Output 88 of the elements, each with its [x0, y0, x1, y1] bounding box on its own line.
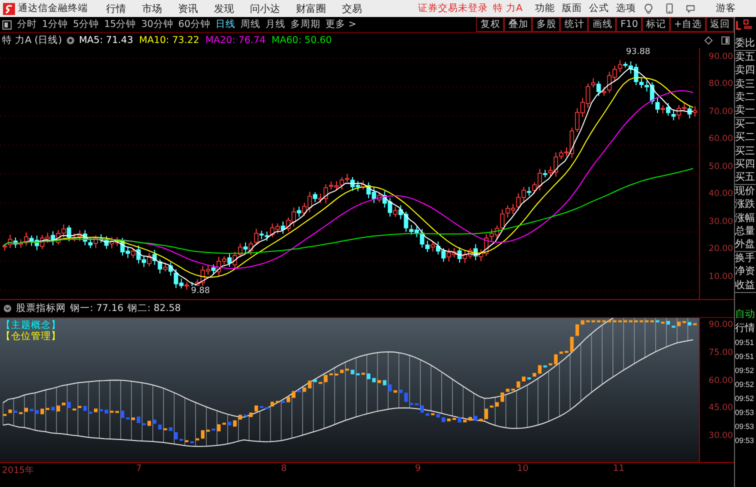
period-tab[interactable]: 15分钟 [104, 18, 136, 31]
user-label[interactable]: 游客 [716, 2, 736, 15]
period-tab[interactable]: 周线 [240, 18, 260, 31]
indicator-title: 股票指标网 [16, 302, 66, 315]
quote-label: 涨跌 [735, 198, 756, 212]
quote-label: 卖三 [735, 78, 756, 91]
chart-tool-button[interactable]: 返回 [706, 17, 734, 32]
chart-tool-button[interactable]: 标记 [642, 17, 670, 32]
period-tab[interactable]: 1分钟 [42, 18, 68, 31]
chart-tool-button[interactable]: F10 [616, 17, 642, 32]
quote-label: 卖五 [735, 51, 756, 64]
period-tab[interactable]: 日线 [215, 18, 236, 31]
quote-label: 买五 [735, 171, 756, 184]
date-label: 10 [517, 464, 528, 474]
period-tab[interactable]: 多周期 [290, 18, 320, 31]
indicator-value: 钢一: 77.16 [70, 302, 124, 315]
chart-tool-button[interactable]: 统计 [560, 17, 588, 32]
top-menu-item[interactable]: 选项 [616, 2, 636, 15]
top-menu-item[interactable]: 功能 [535, 2, 555, 15]
quote-label: 净资 [735, 265, 756, 279]
date-label: 8 [281, 464, 287, 474]
axis-label: 90.00 [708, 52, 734, 64]
quote-label: 买一 [735, 118, 756, 132]
date-label: 7 [136, 464, 142, 474]
axis-label: 20.00 [708, 244, 734, 256]
moving-average-value: MA60: 50.60 [272, 35, 332, 46]
menu-item[interactable]: 市场 [142, 2, 162, 16]
quote-label: 买四 [735, 158, 756, 172]
quote-label: 现价 [735, 185, 756, 198]
axis-label: 40.00 [708, 189, 734, 202]
date-label: 9 [415, 464, 421, 474]
low-price-label: 9.88 [190, 286, 211, 296]
side-tab[interactable]: 行情 [735, 322, 756, 336]
period-tab[interactable]: 月线 [265, 18, 286, 31]
moving-average-value: MA10: 73.22 [139, 35, 200, 46]
chart-tool-button[interactable]: 多股 [532, 17, 560, 32]
quote-label: 收益 [735, 278, 756, 292]
quote-label: 委比 [735, 37, 756, 50]
axis-label: 30.00 [708, 431, 734, 444]
chart-title: 特 力A (日线) [2, 34, 62, 47]
indicator-value: 钢二: 82.58 [127, 302, 181, 315]
period-tab[interactable]: 分时 [17, 18, 37, 31]
quote-label: 卖四 [735, 64, 756, 78]
axis-label: 70.00 [708, 106, 734, 119]
quote-label: 卖一 [735, 104, 756, 118]
menu-item[interactable]: 行情 [106, 2, 126, 16]
app-title: 通达信金融终端 [18, 2, 88, 15]
period-tab[interactable]: 60分钟 [178, 18, 210, 31]
quote-label: 总量 [735, 224, 756, 238]
period-tab[interactable]: 5分钟 [73, 18, 100, 31]
indicator-tag[interactable]: 【主题概念】 [1, 320, 61, 331]
axis-label: 50.00 [708, 162, 734, 174]
stock-name: 特 力A [493, 2, 523, 15]
period-tab[interactable]: 30分钟 [141, 18, 174, 31]
indicator-tag[interactable]: 【仓位管理】 [1, 331, 61, 342]
date-label: 2015年 [2, 464, 34, 477]
quote-label: 涨幅 [735, 212, 756, 225]
date-label: 11 [613, 464, 624, 474]
axis-label: 80.00 [708, 79, 734, 92]
high-price-label: 93.88 [626, 48, 650, 57]
menu-item[interactable]: 发现 [214, 2, 234, 16]
axis-label: 30.00 [708, 216, 734, 229]
chart-tool-button[interactable]: 画线 [588, 17, 616, 32]
chart-tool-button[interactable]: +自选 [670, 17, 706, 32]
quote-label: 卖二 [735, 90, 756, 104]
login-notice[interactable]: 证券交易未登录 [418, 2, 488, 15]
axis-label: 45.00 [708, 403, 734, 416]
top-menu-item[interactable]: 版面 [562, 2, 582, 15]
axis-label: 10.00 [708, 272, 734, 284]
quote-label: 买三 [735, 144, 756, 158]
moving-average-value: MA5: 71.43 [78, 35, 134, 46]
axis-label: 90.00 [708, 320, 734, 332]
quote-label: 换手 [735, 252, 756, 266]
side-tab[interactable]: 自动 [735, 308, 756, 322]
chart-tool-button[interactable]: 复权 [476, 17, 504, 32]
quote-label: 外盘 [735, 238, 756, 252]
period-tab[interactable]: 更多 > [325, 18, 356, 31]
top-menu-item[interactable]: 公式 [589, 2, 609, 15]
menu-item[interactable]: 资讯 [178, 2, 198, 16]
quote-label: 买二 [735, 131, 756, 145]
axis-label: 60.00 [708, 134, 734, 146]
menu-item[interactable]: 问小达 [250, 2, 280, 16]
chart-tool-button[interactable]: 叠加 [504, 17, 532, 32]
menu-item[interactable]: 财富圈 [296, 2, 326, 16]
menu-item[interactable]: 交易 [342, 2, 362, 16]
axis-label: 60.00 [708, 376, 734, 388]
moving-average-value: MA20: 76.74 [205, 35, 266, 46]
axis-label: 75.00 [708, 348, 734, 360]
